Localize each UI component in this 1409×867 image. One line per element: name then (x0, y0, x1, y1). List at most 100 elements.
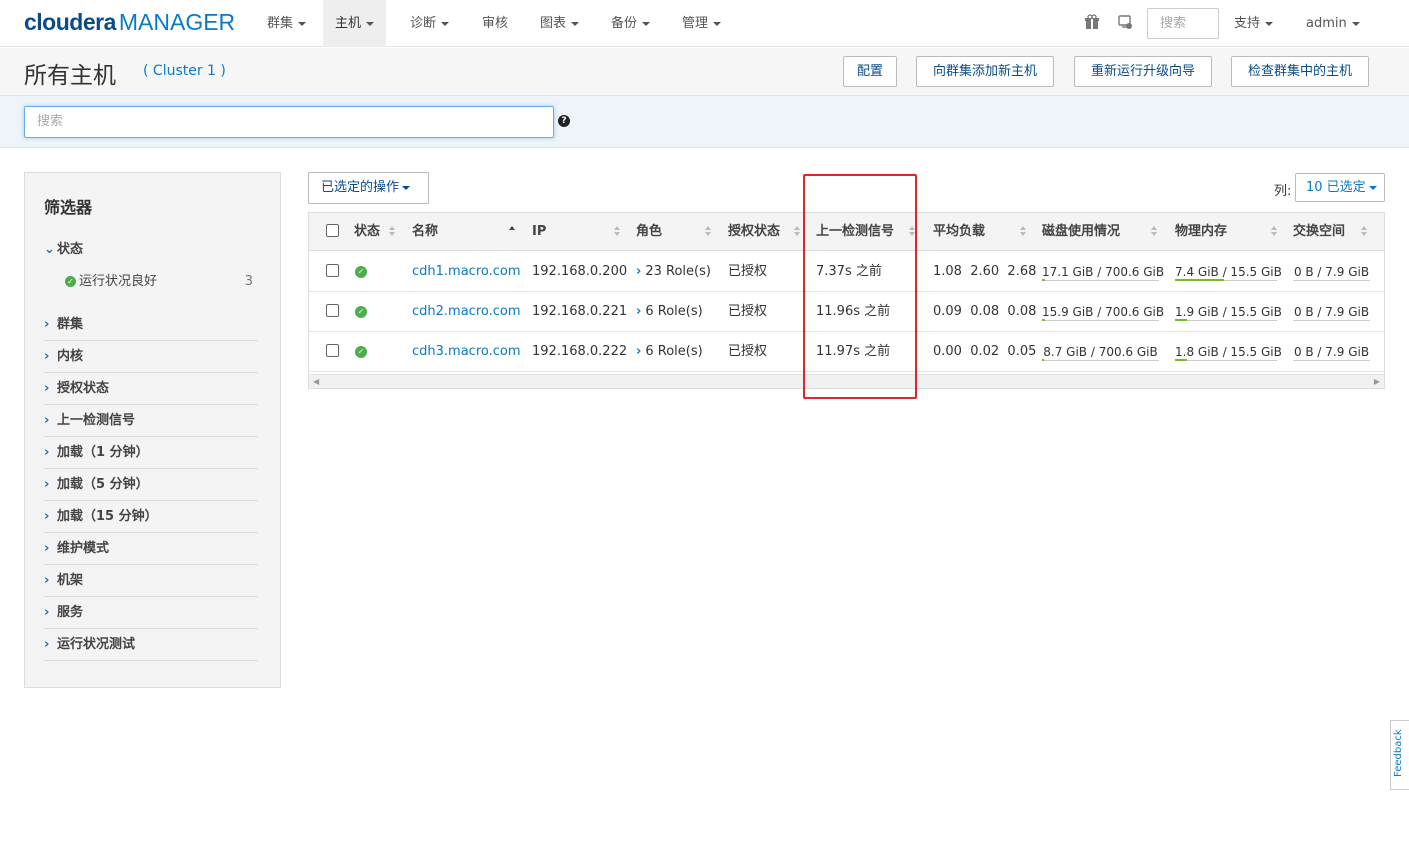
nav-charts[interactable]: 图表 (528, 0, 591, 47)
host-load-average: 0.09 0.08 0.08 (933, 304, 1037, 319)
chevron-right-icon: › (636, 344, 642, 359)
memory-usage-fill (1175, 359, 1188, 361)
filter-status-good-health[interactable]: ✓ 运行状况良好 3 (65, 271, 258, 293)
chevron-down-icon (571, 21, 580, 26)
header-swap-space[interactable]: 交换空间 (1293, 213, 1345, 251)
header-load-average[interactable]: 平均负载 (933, 213, 985, 251)
notification-icon[interactable] (1116, 14, 1134, 32)
nav-backup[interactable]: 备份 (599, 0, 662, 47)
chevron-right-icon: › (44, 477, 50, 492)
nav-clusters[interactable]: 群集 (255, 0, 318, 47)
question-icon[interactable]: ? (558, 115, 570, 127)
add-hosts-button[interactable]: 向群集添加新主机 (916, 56, 1054, 87)
nav-search-input[interactable]: 搜索 (1147, 8, 1219, 39)
selected-actions-dropdown[interactable]: 已选定的操作 (308, 172, 429, 204)
sort-icon[interactable] (614, 226, 620, 238)
sort-icon[interactable] (1020, 226, 1026, 238)
chevron-right-icon: › (44, 349, 50, 364)
header-roles[interactable]: 角色 (636, 213, 662, 251)
chevron-down-icon (713, 21, 722, 26)
header-status[interactable]: 状态 (354, 213, 380, 251)
row-checkbox[interactable] (326, 264, 339, 277)
chevron-down-icon (441, 21, 450, 26)
nav-administration[interactable]: 管理 (670, 0, 733, 47)
chevron-right-icon: › (44, 381, 50, 396)
sort-icon[interactable] (794, 226, 800, 238)
nav-user-menu[interactable]: admin (1294, 0, 1372, 47)
cloudera-logo[interactable]: cloudera MANAGER (24, 9, 235, 36)
chevron-down-icon (1351, 21, 1360, 26)
search-bar: 搜索 ? (0, 96, 1409, 148)
filter-panel: 筛选器 ⌄ 状态 ✓ 运行状况良好 3 › 群集 › 内核 › 授权状态 › 上一检测信号 … (24, 172, 281, 688)
chevron-down-icon: ⌄ (44, 242, 55, 257)
disk-usage-bar: 15.9 GiB / 700.6 GiB (1042, 305, 1165, 321)
filter-section-kernel[interactable]: › 内核 (44, 341, 258, 373)
chevron-right-icon: › (636, 264, 642, 279)
filter-section-load-1min[interactable]: › 加载（1 分钟） (44, 437, 258, 469)
chevron-down-icon (1265, 21, 1274, 26)
host-roles-toggle[interactable]: › 23 Role(s) (636, 252, 711, 292)
sort-icon[interactable] (1151, 226, 1157, 238)
memory-usage-bar: 7.4 GiB / 15.5 GiB (1175, 265, 1282, 281)
header-physical-memory[interactable]: 物理内存 (1175, 213, 1227, 251)
host-ip: 192.168.0.221 (532, 304, 628, 319)
filter-section-services[interactable]: › 服务 (44, 597, 258, 629)
host-search-input[interactable]: 搜索 (24, 106, 554, 138)
sort-asc-icon[interactable] (509, 226, 515, 238)
sort-icon[interactable] (705, 226, 711, 238)
health-good-icon: ✓ (355, 266, 367, 278)
chevron-right-icon: › (44, 573, 50, 588)
configure-button[interactable]: 配置 (843, 56, 897, 87)
header-disk-usage[interactable]: 磁盘使用情况 (1042, 213, 1120, 251)
nav-hosts[interactable]: 主机 (323, 0, 387, 47)
health-good-icon: ✓ (355, 346, 367, 358)
chevron-right-icon: › (44, 445, 50, 460)
memory-usage-fill (1175, 319, 1188, 321)
sort-icon[interactable] (1361, 226, 1367, 238)
feedback-tab[interactable]: Feedback (1390, 720, 1409, 790)
gift-icon[interactable] (1083, 14, 1101, 32)
row-checkbox[interactable] (326, 344, 339, 357)
header-auth-status[interactable]: 授权状态 (728, 213, 780, 251)
host-roles-toggle[interactable]: › 6 Role(s) (636, 332, 703, 372)
host-name-link[interactable]: cdh3.macro.com (412, 332, 521, 372)
header-ip[interactable]: IP (532, 213, 546, 251)
scroll-right-icon[interactable]: ▶ (1374, 377, 1380, 386)
disk-usage-fill (1042, 359, 1044, 361)
host-roles-toggle[interactable]: › 6 Role(s) (636, 292, 703, 332)
filter-section-maintenance-mode[interactable]: › 维护模式 (44, 533, 258, 565)
chevron-right-icon: › (44, 509, 50, 524)
rerun-upgrade-wizard-button[interactable]: 重新运行升级向导 (1074, 56, 1212, 87)
host-name-link[interactable]: cdh2.macro.com (412, 292, 521, 332)
check-circle-icon: ✓ (65, 276, 76, 287)
nav-support[interactable]: 支持 (1222, 0, 1285, 47)
row-checkbox[interactable] (326, 304, 339, 317)
filter-section-status[interactable]: ⌄ 状态 (44, 234, 258, 266)
sort-icon[interactable] (389, 226, 395, 238)
nav-diagnostics[interactable]: 诊断 (398, 0, 461, 47)
filter-section-last-heartbeat[interactable]: › 上一检测信号 (44, 405, 258, 437)
header-name[interactable]: 名称 (412, 213, 438, 251)
sort-icon[interactable] (1271, 226, 1277, 238)
filter-section-cluster[interactable]: › 群集 (44, 309, 258, 341)
inspect-hosts-button[interactable]: 检查群集中的主机 (1231, 56, 1369, 87)
filter-section-rack[interactable]: › 机架 (44, 565, 258, 597)
health-good-icon: ✓ (355, 306, 367, 318)
filter-section-auth-status[interactable]: › 授权状态 (44, 373, 258, 405)
nav-audits[interactable]: 审核 (470, 0, 520, 47)
columns-label: 列: (1274, 184, 1292, 199)
host-name-link[interactable]: cdh1.macro.com (412, 252, 521, 292)
memory-usage-fill (1175, 279, 1224, 281)
filter-section-load-5min[interactable]: › 加载（5 分钟） (44, 469, 258, 501)
filter-section-health-tests[interactable]: › 运行状况测试 (44, 629, 258, 661)
chevron-right-icon: › (44, 317, 50, 332)
host-ip: 192.168.0.222 (532, 344, 628, 359)
select-all-checkbox[interactable] (326, 224, 339, 237)
scroll-left-icon[interactable]: ◀ (313, 377, 319, 386)
columns-dropdown[interactable]: 10 已选定 (1295, 173, 1385, 202)
host-load-average: 1.08 2.60 2.68 (933, 264, 1037, 279)
chevron-right-icon: › (636, 304, 642, 319)
swap-usage-bar: 0 B / 7.9 GiB (1293, 305, 1370, 321)
filter-section-load-15min[interactable]: › 加载（15 分钟） (44, 501, 258, 533)
cluster-link[interactable]: ( Cluster 1 ) (143, 63, 226, 79)
